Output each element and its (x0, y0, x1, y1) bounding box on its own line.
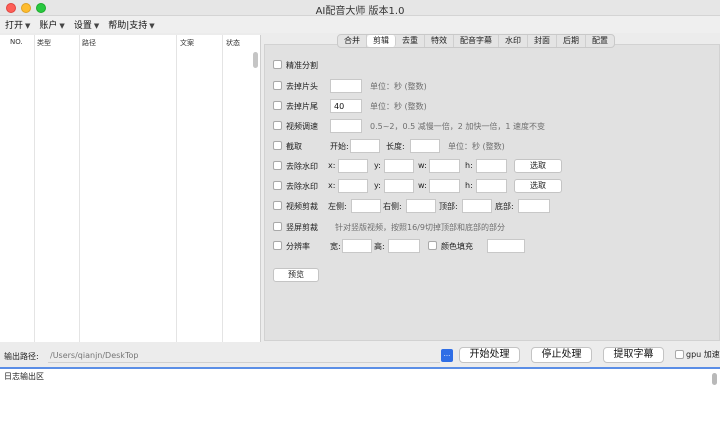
menu-account[interactable]: 账户 ▼ (39, 18, 64, 31)
browse-button[interactable]: ... (441, 349, 453, 362)
tab-watermark[interactable]: 水印 (499, 35, 528, 47)
cut-checkbox[interactable] (273, 141, 282, 150)
scrollbar-thumb[interactable] (253, 52, 258, 68)
log-scrollbar[interactable] (712, 373, 718, 443)
start-button[interactable]: 开始处理 (459, 347, 520, 363)
tab-dub-subtitles[interactable]: 配音字幕 (454, 35, 499, 47)
preview-button[interactable]: 预览 (273, 268, 319, 282)
watermark-1-select-button[interactable]: 选取 (514, 159, 562, 173)
speed-checkbox[interactable] (273, 121, 282, 130)
stop-button[interactable]: 停止处理 (531, 347, 592, 363)
header-script[interactable]: 文案 (180, 38, 194, 48)
trim-tail-checkbox[interactable] (273, 101, 282, 110)
watermark-2-select-button[interactable]: 选取 (514, 179, 562, 193)
crop-top-input[interactable] (462, 199, 492, 213)
watermark-2-checkbox[interactable] (273, 181, 282, 190)
watermark-1-y-input[interactable] (384, 159, 414, 173)
menu-open[interactable]: 打开 ▼ (5, 18, 30, 31)
crop-checkbox[interactable] (273, 201, 282, 210)
log-label: 日志输出区 (4, 372, 44, 381)
resolution-height-input[interactable] (388, 239, 420, 253)
window-title: AI配音大师 版本1.0 (315, 6, 405, 17)
column-divider (222, 35, 223, 342)
title-bar: AI配音大师 版本1.0 (0, 0, 720, 17)
watermark-2-w-input[interactable] (429, 179, 460, 193)
output-path-label: 输出路径: (4, 352, 39, 361)
watermark-1-checkbox[interactable] (273, 161, 282, 170)
menu-bar: 打开 ▼ 账户 ▼ 设置 ▼ 帮助|支持 ▼ (0, 16, 720, 33)
header-type[interactable]: 类型 (37, 38, 51, 48)
feature-tabs: 合并 剪辑 去重 特效 配音字幕 水印 封面 后期 配置 (337, 34, 615, 48)
header-path[interactable]: 路径 (82, 38, 96, 48)
resolution-checkbox[interactable] (273, 241, 282, 250)
trim-head-input[interactable] (330, 79, 362, 93)
tab-post[interactable]: 后期 (557, 35, 586, 47)
task-table[interactable]: NO. 类型 路径 文案 状态 (0, 35, 261, 342)
scrollbar-thumb[interactable] (712, 373, 717, 385)
vertical-crop-checkbox[interactable] (273, 222, 282, 231)
crop-left-input[interactable] (351, 199, 381, 213)
crop-bottom-input[interactable] (518, 199, 550, 213)
speed-input[interactable] (330, 119, 362, 133)
chevron-down-icon: ▼ (93, 22, 100, 30)
watermark-1-x-input[interactable] (338, 159, 368, 173)
menu-help[interactable]: 帮助|支持 ▼ (108, 18, 154, 31)
column-divider (34, 35, 35, 342)
tab-dedupe[interactable]: 去重 (396, 35, 425, 47)
resolution-width-input[interactable] (342, 239, 372, 253)
action-bar: 输出路径: ... 开始处理 停止处理 提取字幕 gpu 加速 (0, 343, 720, 367)
color-fill-input[interactable] (487, 239, 525, 253)
column-divider (79, 35, 80, 342)
tab-merge[interactable]: 合并 (338, 35, 367, 47)
watermark-1-w-input[interactable] (429, 159, 460, 173)
chevron-down-icon: ▼ (59, 22, 65, 30)
table-header: NO. 类型 路径 文案 状态 (0, 35, 252, 49)
cut-start-input[interactable] (350, 139, 380, 153)
menu-settings[interactable]: 设置 ▼ (74, 18, 99, 31)
edit-panel: 精准分割 去掉片头 单位：秒 (整数) 去掉片尾 40 单位：秒 (整数) 视频… (264, 44, 720, 341)
crop-right-input[interactable] (406, 199, 436, 213)
output-path-input[interactable] (48, 349, 440, 363)
table-scrollbar[interactable] (253, 52, 259, 302)
log-area[interactable]: 日志输出区 (0, 367, 720, 445)
trim-head-checkbox[interactable] (273, 81, 282, 90)
watermark-2-x-input[interactable] (338, 179, 368, 193)
tab-config[interactable]: 配置 (586, 35, 614, 47)
chevron-down-icon: ▼ (149, 22, 155, 30)
gpu-checkbox[interactable] (675, 350, 684, 359)
header-no[interactable]: NO. (10, 38, 23, 46)
column-divider (176, 35, 177, 342)
precise-split-checkbox[interactable] (273, 60, 282, 69)
cut-length-input[interactable] (410, 139, 440, 153)
trim-tail-input[interactable]: 40 (330, 99, 362, 113)
watermark-2-y-input[interactable] (384, 179, 414, 193)
watermark-1-h-input[interactable] (476, 159, 507, 173)
extract-subtitles-button[interactable]: 提取字幕 (603, 347, 664, 363)
tab-clip[interactable]: 剪辑 (367, 35, 396, 47)
tab-cover[interactable]: 封面 (528, 35, 557, 47)
watermark-2-h-input[interactable] (476, 179, 507, 193)
chevron-down-icon: ▼ (25, 22, 31, 30)
header-status[interactable]: 状态 (226, 38, 240, 48)
gpu-label: gpu 加速 (686, 350, 720, 359)
color-fill-checkbox[interactable] (428, 241, 437, 250)
tab-effects[interactable]: 特效 (425, 35, 454, 47)
